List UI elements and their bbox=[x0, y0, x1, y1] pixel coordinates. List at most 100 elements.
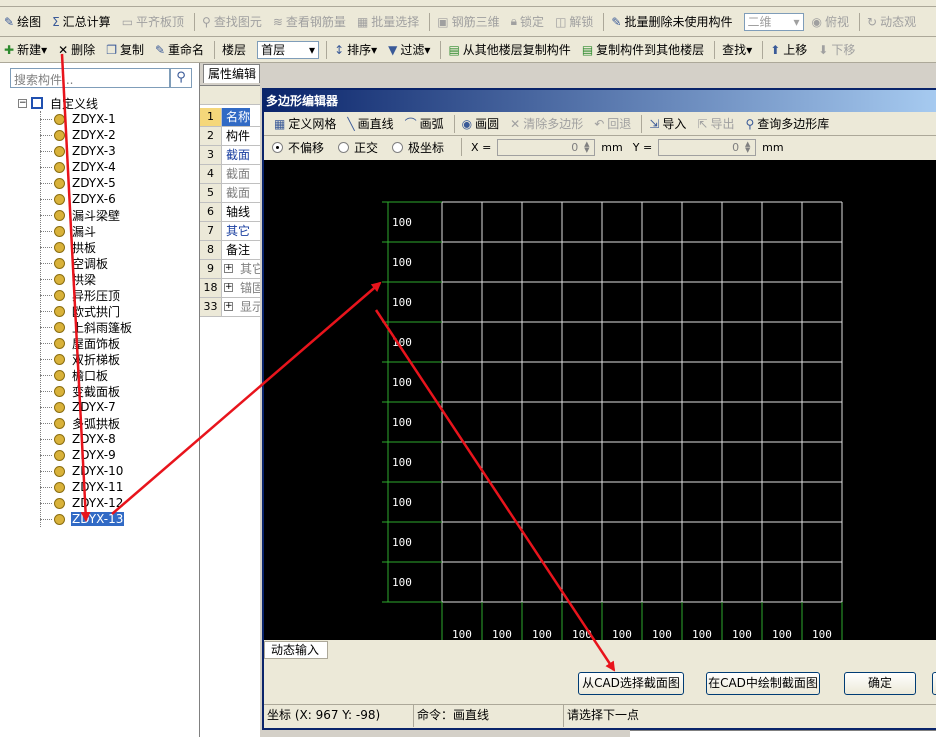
tree-item[interactable]: ZDYX-13 bbox=[18, 511, 198, 527]
property-row[interactable]: 18 + 锚固 bbox=[200, 279, 260, 298]
toolbar-separator bbox=[326, 40, 328, 59]
tree-item[interactable]: ZDYX-10 bbox=[18, 463, 198, 479]
property-row[interactable]: 7 其它 bbox=[200, 222, 260, 241]
tree-item[interactable]: ZDYX-12 bbox=[18, 495, 198, 511]
tab-property-edit[interactable]: 属性编辑 bbox=[203, 64, 260, 83]
find-element-button[interactable]: ⚲ 查找图元 bbox=[198, 11, 266, 33]
property-row[interactable]: 2 构件 bbox=[200, 127, 260, 146]
tree-item[interactable]: ZDYX-2 bbox=[18, 127, 198, 143]
tree-item[interactable]: 双折梯板 bbox=[18, 351, 198, 367]
property-row[interactable]: 3 截面 bbox=[200, 146, 260, 165]
gear-icon bbox=[54, 481, 65, 493]
expand-icon[interactable]: + bbox=[224, 283, 233, 292]
tree-item[interactable]: ZDYX-7 bbox=[18, 399, 198, 415]
property-row[interactable]: 33 + 显示 bbox=[200, 298, 260, 317]
property-row[interactable]: 6 轴线 bbox=[200, 203, 260, 222]
property-row[interactable]: 1 名称 bbox=[200, 108, 260, 127]
copy-to-floor-button[interactable]: ▤ 复制构件到其他楼层 bbox=[578, 39, 708, 61]
tree-item[interactable]: 变截面板 bbox=[18, 383, 198, 399]
draw-button[interactable]: ✎ 绘图 bbox=[0, 11, 45, 33]
tree-item[interactable]: 异形压顶 bbox=[18, 287, 198, 303]
query-polygon-lib-button[interactable]: ⚲ 查询多边形库 bbox=[741, 113, 833, 135]
tree-item[interactable]: ZDYX-5 bbox=[18, 175, 198, 191]
view-mode-combo[interactable]: 二维 ▾ bbox=[743, 12, 804, 31]
draw-line-button[interactable]: ╲ 画直线 bbox=[343, 113, 397, 135]
tree-item[interactable]: 拱梁 bbox=[18, 271, 198, 287]
dynamic-observe-button[interactable]: ↻ 动态观 bbox=[863, 11, 920, 33]
rename-button[interactable]: ✎ 重命名 bbox=[151, 39, 208, 61]
top-view-button[interactable]: ◉ 俯视 bbox=[808, 11, 854, 33]
batch-delete-unused-button[interactable]: ✎ 批量删除未使用构件 bbox=[607, 11, 736, 33]
batch-select-button[interactable]: ▦ 批量选择 bbox=[353, 11, 423, 33]
property-row[interactable]: 5 截面 bbox=[200, 184, 260, 203]
copy-from-floor-button[interactable]: ▤ 从其他楼层复制构件 bbox=[444, 39, 574, 61]
rebar-3d-button[interactable]: ▣ 钢筋三维 bbox=[433, 11, 503, 33]
filter-button[interactable]: ▼ 过滤 ▾ bbox=[384, 39, 434, 61]
flat-slab-top-button[interactable]: ▭ 平齐板顶 bbox=[118, 11, 188, 33]
ok-button[interactable]: 确定 bbox=[844, 672, 916, 695]
tab-dynamic-input[interactable]: 动态输入 bbox=[264, 641, 328, 659]
lock-button[interactable]: 🔒︎ 锁定 bbox=[507, 11, 548, 33]
tree-item[interactable]: 欧式拱门 bbox=[18, 303, 198, 319]
tree-item-label: ZDYX-2 bbox=[72, 128, 116, 142]
find-button[interactable]: 查找 ▾ bbox=[718, 39, 756, 61]
property-row[interactable]: 9 + 其它 bbox=[200, 260, 260, 279]
polar-radio[interactable]: 极坐标 bbox=[392, 139, 444, 156]
y-coordinate-input[interactable]: 0 ▲ ▼ bbox=[658, 138, 757, 156]
spinner-icon[interactable]: ▲ ▼ bbox=[580, 140, 593, 154]
drawing-canvas[interactable]: 100 100 100 100 100 100 100 100 100 100 100 100 100 1… bbox=[264, 160, 936, 640]
radio-checked-icon bbox=[272, 141, 283, 153]
define-grid-button[interactable]: ▦ 定义网格 bbox=[270, 113, 340, 135]
collapse-icon[interactable]: − bbox=[18, 98, 27, 108]
tree-item[interactable]: 漏斗 bbox=[18, 223, 198, 239]
tree-item[interactable]: ZDYX-3 bbox=[18, 143, 198, 159]
search-input[interactable]: 搜索构件... bbox=[10, 68, 170, 88]
tree-item[interactable]: 檐口板 bbox=[18, 367, 198, 383]
tree-item[interactable]: ZDYX-11 bbox=[18, 479, 198, 495]
property-row[interactable]: 8 备注 bbox=[200, 241, 260, 260]
orthogonal-radio[interactable]: 正交 bbox=[338, 139, 378, 156]
import-button[interactable]: ⇲ 导入 bbox=[645, 113, 690, 135]
tree-item[interactable]: ZDYX-6 bbox=[18, 191, 198, 207]
copy-button[interactable]: ❐ 复制 bbox=[102, 39, 148, 61]
property-row[interactable]: 4 截面 bbox=[200, 165, 260, 184]
tree-item[interactable]: ZDYX-8 bbox=[18, 431, 198, 447]
sort-button[interactable]: ↕ 排序 ▾ bbox=[330, 39, 381, 61]
tree-item[interactable]: 拱板 bbox=[18, 239, 198, 255]
draw-arc-button[interactable]: ⌒ 画弧 bbox=[401, 113, 448, 135]
tree-item[interactable]: 空调板 bbox=[18, 255, 198, 271]
search-icon[interactable]: ⚲ bbox=[170, 68, 192, 88]
tree-item[interactable]: ZDYX-9 bbox=[18, 447, 198, 463]
summary-calc-button[interactable]: Σ 汇总计算 bbox=[48, 11, 115, 33]
undo-button[interactable]: ↶ 回退 bbox=[590, 113, 635, 135]
expand-icon[interactable]: + bbox=[224, 302, 233, 311]
view-rebar-button[interactable]: ≋ 查看钢筋量 bbox=[269, 11, 350, 33]
select-from-cad-button[interactable]: 从CAD选择截面图 bbox=[578, 672, 684, 695]
tree-item[interactable]: 漏斗梁壁 bbox=[18, 207, 198, 223]
tree-item[interactable]: 上斜雨篷板 bbox=[18, 319, 198, 335]
gear-icon bbox=[54, 113, 65, 125]
tree-item[interactable]: ZDYX-4 bbox=[18, 159, 198, 175]
export-button[interactable]: ⇱ 导出 bbox=[693, 113, 738, 135]
spinner-icon[interactable]: ▲ ▼ bbox=[741, 140, 754, 154]
delete-button[interactable]: ✕ 删除 bbox=[54, 39, 99, 61]
x-coordinate-input[interactable]: 0 ▲ ▼ bbox=[497, 138, 596, 156]
cancel-button[interactable] bbox=[932, 672, 936, 695]
clear-polygon-button[interactable]: ✕ 清除多边形 bbox=[506, 113, 587, 135]
no-offset-radio[interactable]: 不偏移 bbox=[272, 139, 324, 156]
tree-item[interactable]: ZDYX-1 bbox=[18, 111, 198, 127]
tree-root[interactable]: − 自定义线 bbox=[18, 95, 198, 111]
tree-item[interactable]: 屋面饰板 bbox=[18, 335, 198, 351]
property-name: 显示 bbox=[240, 300, 260, 314]
expand-icon[interactable]: + bbox=[224, 264, 233, 273]
new-button[interactable]: ✚ 新建 ▾ bbox=[0, 39, 51, 61]
floor-select[interactable]: 首层 ▾ bbox=[257, 40, 320, 59]
tree-item[interactable]: 多弧拱板 bbox=[18, 415, 198, 431]
property-row-number: 7 bbox=[200, 222, 222, 240]
move-down-button[interactable]: ⬇ 下移 bbox=[814, 39, 859, 61]
unlock-button[interactable]: ◫ 解锁 bbox=[551, 11, 597, 33]
draw-in-cad-button[interactable]: 在CAD中绘制截面图 bbox=[706, 672, 820, 695]
property-row-number: 8 bbox=[200, 241, 222, 259]
draw-circle-button[interactable]: ◉ 画圆 bbox=[458, 113, 504, 135]
move-up-button[interactable]: ⬆ 上移 bbox=[766, 39, 811, 61]
